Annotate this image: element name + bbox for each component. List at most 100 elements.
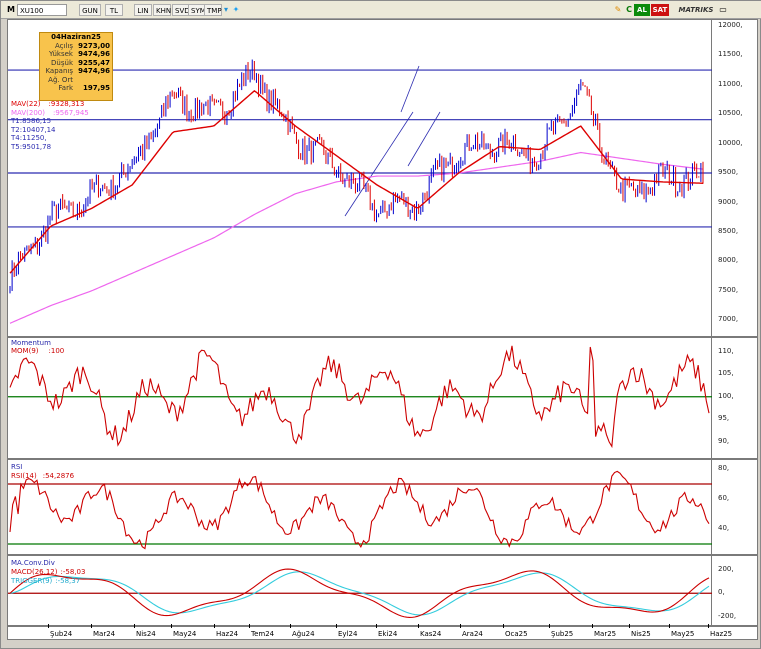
buy-button[interactable]: AL <box>634 4 650 16</box>
macd-legend: MACD(26,12):-58,03 <box>11 568 85 576</box>
rsi-panel[interactable] <box>7 459 713 556</box>
macd-panel[interactable] <box>7 555 713 627</box>
time-axis-label: Nis25 <box>631 630 651 638</box>
momentum-panel[interactable] <box>7 337 713 460</box>
macd-value: :-58,03 <box>60 568 86 576</box>
time-axis-tick <box>592 624 593 628</box>
time-axis-label: Oca25 <box>505 630 528 638</box>
infobox-value: 197,95 <box>82 84 110 92</box>
rsi-axis-label: 80, <box>718 464 730 472</box>
momentum-title: Momentum <box>11 339 51 347</box>
time-axis-label: Haz25 <box>710 630 733 638</box>
price-axis-label: 8000, <box>718 256 739 265</box>
momentum-chart[interactable] <box>8 338 713 460</box>
price-legend-item: T5:9501,78 <box>11 143 59 151</box>
sell-button[interactable]: SAT <box>651 4 669 16</box>
symbol-menu-icon[interactable]: M <box>5 4 17 16</box>
price-axis-label: 10500, <box>718 109 743 118</box>
infobox-key: Yüksek <box>49 50 73 58</box>
time-axis-label: Nis24 <box>136 630 156 638</box>
macd-legend-label: MACD(26,12) <box>11 568 58 576</box>
price-legend-item: T4:11250, <box>11 134 55 142</box>
price-legend-item: MAV(22):9328,313 <box>11 100 84 108</box>
window-button-icon[interactable]: ▭ <box>717 4 729 16</box>
legend-label: T2:10407,14 <box>11 125 56 134</box>
momentum-legend-label: MOM(9) <box>11 347 39 355</box>
momentum-axis-label: 110, <box>718 346 734 355</box>
momentum-legend: MOM(9):100 <box>11 347 64 355</box>
time-axis-tick <box>249 624 250 628</box>
time-axis[interactable]: Şub24 Mar24 Nis24 May24 Haz24 Tem24 Ağu24 Eyl24… <box>7 624 758 640</box>
twitter-icon[interactable]: ✦ <box>230 4 242 16</box>
time-axis-label: Eyl24 <box>338 630 358 638</box>
rsi-chart[interactable] <box>8 460 713 556</box>
macd-scale[interactable]: 200, 0, -200, <box>712 555 758 626</box>
symbol-input[interactable]: XU100 <box>17 4 67 16</box>
trend-line <box>400 65 420 113</box>
rsi-value: :54,2876 <box>42 472 75 480</box>
chart-window: M XU100 GUN TL LIN KHN SVD SYM TMP ▾ ✦ ✎… <box>0 0 761 649</box>
time-axis-tick <box>418 624 419 628</box>
price-scale[interactable]: 12000, 11500, 11000, 10500, 10000, 9500, 9000,… <box>712 19 758 337</box>
price-legend-item: T1:8586,15 <box>11 117 59 125</box>
rsi-title: RSI <box>11 463 23 471</box>
infobox-key: Açılış <box>55 41 73 50</box>
time-axis-label: Haz24 <box>216 630 239 638</box>
infobox-row: Açılış 9273,00 <box>40 42 112 51</box>
time-axis-label: Tem24 <box>251 630 275 638</box>
trigger-legend-label: TRIGGER(9) <box>11 577 53 585</box>
rsi-axis-label: 60, <box>718 494 730 502</box>
time-axis-label: Eki24 <box>378 630 398 638</box>
legend-label: T1:8586,15 <box>11 117 52 126</box>
trigger-legend: TRIGGER(9):-58,37 <box>11 577 80 585</box>
brand-logo: MATRIKS <box>678 6 714 14</box>
legend-label: T5:9501,78 <box>11 143 52 151</box>
infobox-date: 04Haziran25 <box>51 33 101 41</box>
scale-button-lin[interactable]: LIN <box>134 4 152 16</box>
period-button-gun[interactable]: GUN <box>79 4 101 16</box>
price-axis-label: 7000, <box>718 315 739 324</box>
chart-type-button-khn[interactable]: KHN <box>153 4 171 16</box>
time-axis-label: Şub24 <box>50 630 73 638</box>
price-axis-label: 11000, <box>718 79 743 88</box>
infobox-value: 9474,96 <box>78 50 110 58</box>
price-axis-label: 8500, <box>718 227 739 235</box>
legend-label: MAV(200) <box>11 108 45 117</box>
price-legend-item: T2:10407,14 <box>11 126 64 134</box>
ohlc-infobox: 04Haziran25 Açılış 9273,00 Yüksek 9474,96 Dü… <box>39 32 113 101</box>
time-axis-tick <box>214 624 215 628</box>
time-axis-label: May24 <box>173 630 197 638</box>
infobox-row: Fark 197,95 <box>40 84 112 93</box>
time-axis-tick <box>171 624 172 628</box>
infobox-value <box>76 76 110 85</box>
rsi-scale[interactable]: 80, 60, 40, <box>712 459 758 555</box>
price-chart[interactable] <box>8 20 713 338</box>
infobox-key: Ağ. Ort <box>48 75 73 84</box>
time-axis-tick <box>376 624 377 628</box>
trigger-value: :-58,37 <box>55 577 81 585</box>
infobox-row: Yüksek 9474,96 <box>40 50 112 59</box>
momentum-scale[interactable]: 110, 105, 100, 95, 90, <box>712 337 758 459</box>
time-axis-tick <box>460 624 461 628</box>
infobox-key: Kapanış <box>45 67 73 75</box>
infobox-value: 9474,96 <box>78 67 110 75</box>
macd-axis-label: -200, <box>718 611 737 620</box>
time-axis-tick <box>48 624 49 628</box>
price-axis-label: 10000, <box>718 138 743 147</box>
price-legend-item: MAV(200):9567,945 <box>11 109 89 117</box>
rsi-legend-label: RSI(14) <box>11 472 37 480</box>
time-axis-tick <box>336 624 337 628</box>
macd-chart[interactable] <box>8 556 713 627</box>
time-axis-tick <box>708 624 709 628</box>
currency-button-tl[interactable]: TL <box>105 4 123 16</box>
time-axis-tick <box>91 624 92 628</box>
time-axis-tick <box>629 624 630 628</box>
time-axis-label: Ağu24 <box>292 630 315 638</box>
time-axis-label: Ara24 <box>462 630 483 638</box>
infobox-value: 9255,47 <box>78 58 110 67</box>
time-axis-label: Kas24 <box>420 630 442 638</box>
time-axis-label: May25 <box>671 630 695 638</box>
rsi-axis-label: 40, <box>718 524 730 532</box>
price-axis-label: 9500, <box>718 168 739 177</box>
macd-title: MA.Conv.Div <box>11 559 55 567</box>
